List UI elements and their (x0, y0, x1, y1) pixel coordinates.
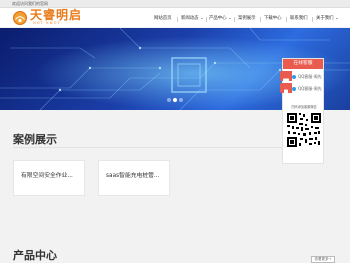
view-more-button[interactable]: 查看更多→ (311, 256, 335, 263)
sun-logo-icon (13, 11, 27, 25)
nav-divider (260, 17, 261, 22)
carousel-dot[interactable] (179, 98, 183, 102)
nav-item-downloads[interactable]: 下载中心 (264, 16, 282, 22)
top-bar: 欢迎访问我们的官网 (0, 0, 350, 8)
nav-item-home[interactable]: 网站首页 (154, 16, 172, 22)
case-card-title: 有限空间安全作业... (21, 173, 73, 179)
nav-item-label: 关于我们 (316, 16, 334, 21)
cases-section-title: 案例展示 (13, 133, 57, 146)
brand-subtitle: HOT KNOT (33, 21, 62, 25)
nav-item-products[interactable]: 产品中心 ⌄ (209, 16, 232, 22)
chat-icon[interactable] (280, 71, 292, 84)
section-divider (13, 147, 313, 148)
qq-icon (292, 86, 296, 91)
phone-icon[interactable] (280, 83, 292, 97)
nav-item-label: 新闻动态 (181, 16, 199, 21)
qq-icon (292, 74, 296, 79)
carousel-dot[interactable] (173, 98, 177, 102)
chevron-down-icon: ⌄ (334, 16, 339, 21)
qq-service-link[interactable]: QQ客服-周先 (292, 74, 322, 80)
nav-item-cases[interactable]: 案例展示 (238, 16, 256, 22)
wechat-qr-code (285, 111, 323, 149)
qq-service-label: QQ客服-周先 (298, 86, 322, 91)
case-card[interactable]: saas智能充电桩管... (98, 160, 170, 196)
case-card-title: saas智能充电桩管... (106, 173, 160, 179)
nav-item-about[interactable]: 关于我们 ⌄ (316, 16, 339, 22)
nav-item-news[interactable]: 新闻动态 ⌄ (181, 16, 204, 22)
nav-item-label: 产品中心 (209, 16, 227, 21)
nav-item-contact[interactable]: 联系我们 (290, 16, 308, 22)
welcome-text: 欢迎访问我们的官网 (12, 1, 48, 6)
case-card[interactable]: 有限空间安全作业... (13, 160, 85, 196)
qr-caption: 扫码添加客服微信 (291, 105, 317, 109)
nav-divider (206, 17, 207, 22)
nav-divider (177, 17, 178, 22)
online-service-header[interactable]: 在线客服 (283, 59, 323, 69)
chevron-down-icon: ⌄ (227, 16, 232, 21)
products-section-title: 产品中心 (13, 249, 57, 262)
qq-service-link[interactable]: QQ客服-周先 (292, 86, 322, 92)
header: 天睿明启 HOT KNOT 网站首页 新闻动态 ⌄ 产品中心 ⌄ 案例展示 下载… (0, 8, 350, 27)
nav-divider (312, 17, 313, 22)
nav-divider (286, 17, 287, 22)
qq-service-label: QQ客服-周先 (298, 74, 322, 79)
carousel-dot[interactable] (167, 98, 171, 102)
nav-divider (234, 17, 235, 22)
online-service-panel: 在线客服 QQ客服-周先 QQ客服-周先 扫码添加客服微信 (280, 58, 324, 164)
chevron-down-icon: ⌄ (199, 16, 204, 21)
